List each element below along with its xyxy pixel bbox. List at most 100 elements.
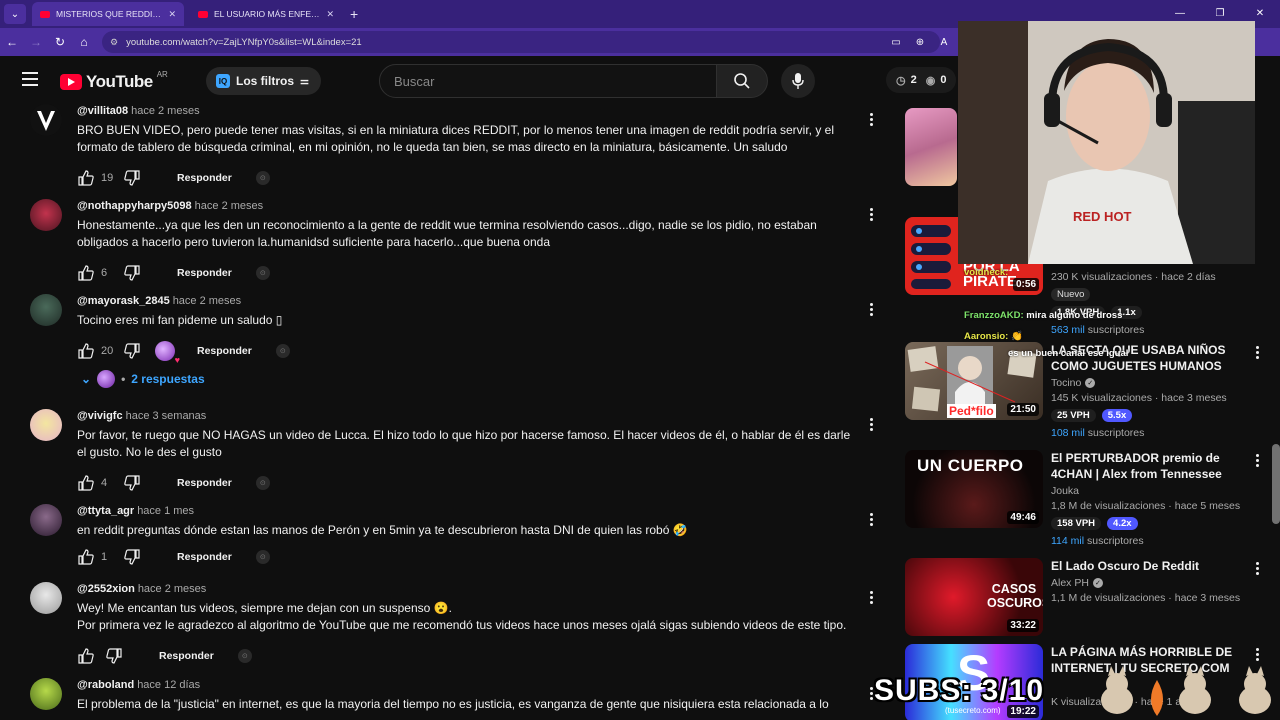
- comment-text: Por favor, te ruego que NO HAGAS un vide…: [77, 428, 851, 459]
- avatar[interactable]: [30, 199, 62, 231]
- video-thumbnail[interactable]: UN CUERPO 49:46: [905, 450, 1043, 528]
- comment-time[interactable]: hace 2 meses: [131, 105, 199, 117]
- cast-icon[interactable]: ▭: [890, 37, 902, 48]
- comment-menu-icon[interactable]: [862, 510, 880, 528]
- channel-name[interactable]: Jouka: [1051, 485, 1241, 497]
- comment-author[interactable]: @ttyta_agr: [77, 505, 134, 517]
- video-menu-icon[interactable]: [1249, 452, 1265, 468]
- extension-icon[interactable]: ⊙: [275, 344, 290, 358]
- comment-header: @2552xion hace 2 meses: [77, 582, 857, 597]
- dislike-icon[interactable]: [123, 169, 141, 187]
- filter-extension-icon: IQ: [216, 74, 230, 88]
- reply-button[interactable]: Responder: [177, 551, 232, 563]
- chat-message: es un buen canal ese igual: [1008, 345, 1208, 362]
- replies-toggle[interactable]: ⌄ • 2 respuestas: [81, 370, 205, 388]
- video-title[interactable]: El Lado Oscuro De Reddit: [1051, 558, 1241, 574]
- comment-author[interactable]: @nothappyharpy5098: [77, 200, 192, 212]
- comment-time[interactable]: hace 2 meses: [173, 295, 241, 307]
- video-menu-icon[interactable]: [1249, 344, 1265, 360]
- video-info: El Lado Oscuro De Reddit Alex PH ✓ 1,1 M …: [1051, 558, 1241, 604]
- tab-search-icon[interactable]: ⌄: [4, 4, 26, 24]
- back-icon[interactable]: ←: [0, 35, 24, 49]
- menu-icon[interactable]: [22, 72, 38, 86]
- dislike-icon[interactable]: [105, 647, 123, 665]
- reply-button[interactable]: Responder: [177, 172, 232, 184]
- search-button[interactable]: [716, 64, 768, 98]
- close-tab-icon[interactable]: ✕: [168, 9, 176, 20]
- comment-author[interactable]: @raboland: [77, 679, 134, 691]
- comment-author[interactable]: @2552xion: [77, 583, 135, 595]
- avatar[interactable]: [30, 409, 62, 441]
- reply-button[interactable]: Responder: [177, 267, 232, 279]
- tab-1[interactable]: MISTERIOS QUE REDDIT RESO ✕: [32, 2, 184, 26]
- comment-menu-icon[interactable]: [862, 300, 880, 318]
- close-tab-icon[interactable]: ✕: [326, 9, 334, 20]
- extension-icon[interactable]: ⊙: [255, 171, 270, 185]
- avatar[interactable]: [30, 504, 62, 536]
- comment-author[interactable]: @villita08: [77, 105, 128, 117]
- avatar[interactable]: [30, 104, 62, 136]
- youtube-logo[interactable]: YouTube AR: [60, 70, 168, 92]
- comment-menu-icon[interactable]: [862, 415, 880, 433]
- voice-search-button[interactable]: [781, 64, 815, 98]
- channel-name[interactable]: Alex PH ✓: [1051, 577, 1241, 589]
- comment-time[interactable]: hace 1 mes: [137, 505, 194, 517]
- like-icon[interactable]: [77, 474, 95, 492]
- subscriber-count: 114 mil suscriptores: [1051, 535, 1241, 547]
- microphone-icon: [792, 73, 804, 89]
- video-menu-icon[interactable]: [1249, 560, 1265, 576]
- home-icon[interactable]: ⌂: [72, 35, 96, 49]
- url-field[interactable]: ⚙ youtube.com/watch?v=ZajLYNfpY0s&list=W…: [102, 31, 940, 53]
- dislike-icon[interactable]: [123, 264, 141, 282]
- site-info-icon[interactable]: ⚙: [110, 37, 118, 48]
- like-icon[interactable]: [77, 169, 95, 187]
- translate-icon[interactable]: A: [938, 37, 950, 48]
- avatar[interactable]: [30, 582, 62, 614]
- video-thumbnail[interactable]: CASOS OSCUROS 33:22: [905, 558, 1043, 636]
- dislike-icon[interactable]: [123, 474, 141, 492]
- like-icon[interactable]: [77, 264, 95, 282]
- dislike-icon[interactable]: [123, 548, 141, 566]
- comment-menu-icon[interactable]: [862, 110, 880, 128]
- new-tab-icon[interactable]: +: [350, 6, 358, 22]
- channel-label: Alex PH: [1051, 577, 1089, 589]
- sidebar-scrollbar[interactable]: [1272, 444, 1280, 524]
- comment-actions: 1 Responder ⊙: [77, 547, 857, 567]
- extension-stats[interactable]: ◷ 2 ◉ 0: [886, 67, 957, 93]
- video-info: El PERTURBADOR premio de 4CHAN | Alex fr…: [1051, 450, 1241, 547]
- reply-button[interactable]: Responder: [197, 345, 252, 357]
- video-title[interactable]: El PERTURBADOR premio de 4CHAN | Alex fr…: [1051, 450, 1241, 482]
- extension-icon[interactable]: ⊙: [237, 649, 252, 663]
- svg-text:RED HOT: RED HOT: [1073, 209, 1132, 224]
- zoom-icon[interactable]: ⊕: [914, 37, 926, 48]
- like-icon[interactable]: [77, 342, 95, 360]
- comment-time[interactable]: hace 2 meses: [195, 200, 263, 212]
- comment-time[interactable]: hace 2 meses: [138, 583, 206, 595]
- reply-button[interactable]: Responder: [177, 477, 232, 489]
- comment-time[interactable]: hace 12 días: [137, 679, 200, 691]
- dislike-icon[interactable]: [123, 342, 141, 360]
- filters-button[interactable]: IQ Los filtros ⚌: [206, 67, 321, 95]
- avatar[interactable]: [30, 678, 62, 710]
- comment-author[interactable]: @vivigfc: [77, 410, 123, 422]
- extension-icon[interactable]: ⊙: [255, 266, 270, 280]
- extension-icon[interactable]: ⊙: [255, 550, 270, 564]
- like-icon[interactable]: [77, 647, 95, 665]
- like-count: 4: [101, 477, 108, 489]
- video-thumbnail[interactable]: [905, 108, 957, 186]
- avatar[interactable]: [30, 294, 62, 326]
- tab-2[interactable]: EL USUARIO MÁS ENFERMO DE ✕: [190, 2, 342, 26]
- search-input[interactable]: Buscar: [379, 64, 717, 98]
- extension-icon[interactable]: ⊙: [255, 476, 270, 490]
- comment-menu-icon[interactable]: [862, 205, 880, 223]
- comment-time[interactable]: hace 3 semanas: [126, 410, 207, 422]
- comment-header: @raboland hace 12 días: [77, 678, 857, 693]
- reply-button[interactable]: Responder: [159, 650, 214, 662]
- comment-menu-icon[interactable]: [862, 588, 880, 606]
- channel-name[interactable]: Tocino ✓: [1051, 377, 1241, 389]
- chat-text: mira alguno de dross: [1026, 310, 1123, 321]
- forward-icon[interactable]: →: [24, 35, 48, 49]
- comment-author[interactable]: @mayorask_2845: [77, 295, 170, 307]
- reload-icon[interactable]: ↻: [48, 35, 72, 49]
- like-icon[interactable]: [77, 548, 95, 566]
